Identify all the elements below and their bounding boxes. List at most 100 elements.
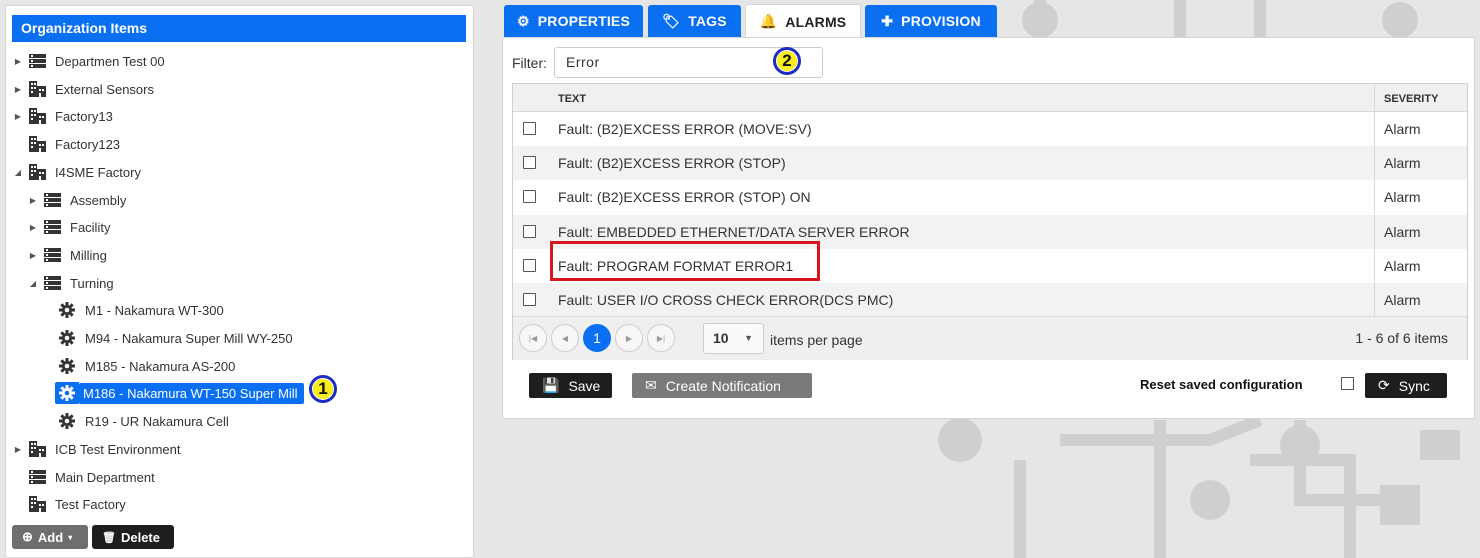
tree-item[interactable]: Factory123: [11, 132, 120, 156]
sync-button[interactable]: ⟳ Sync: [1365, 373, 1447, 398]
server-icon: [28, 53, 46, 69]
tab-alarms[interactable]: 🔔 ALARMS: [745, 4, 861, 38]
tree-item[interactable]: M94 - Nakamura Super Mill WY-250: [55, 326, 293, 350]
table-row[interactable]: Fault: EMBEDDED ETHERNET/DATA SERVER ERR…: [513, 214, 1467, 249]
table-row[interactable]: Fault: (B2)EXCESS ERROR (STOP) Alarm: [513, 146, 1467, 181]
tree-item[interactable]: M186 - Nakamura WT-150 Super Mill: [55, 381, 304, 405]
tree-item[interactable]: ▶ Assembly: [26, 188, 126, 212]
table-row[interactable]: Fault: USER I/O CROSS CHECK ERROR(DCS PM…: [513, 283, 1467, 317]
callout-marker-2: 2: [773, 47, 801, 75]
add-button[interactable]: ⊕ Add ▾: [12, 525, 88, 549]
server-icon: [28, 469, 46, 485]
filter-label: Filter:: [512, 55, 547, 71]
prev-page-icon: ◀: [561, 333, 569, 343]
gear-icon: [58, 330, 76, 346]
tree-item[interactable]: R19 - UR Nakamura Cell: [55, 409, 229, 433]
tree-item[interactable]: ▶ ICB Test Environment: [11, 437, 180, 461]
trash-icon: 🗑: [102, 531, 116, 544]
alarm-text-cell: Fault: EMBEDDED ETHERNET/DATA SERVER ERR…: [558, 223, 910, 240]
alarm-severity-cell: Alarm: [1384, 292, 1421, 308]
alarm-text-cell: Fault: USER I/O CROSS CHECK ERROR(DCS PM…: [558, 292, 894, 308]
column-divider: [1374, 248, 1375, 283]
tree-item[interactable]: ◢ I4SME Factory: [11, 160, 141, 184]
table-row[interactable]: Fault: (B2)EXCESS ERROR (MOVE:SV) Alarm: [513, 112, 1467, 146]
delete-label: Delete: [120, 529, 160, 545]
tree-item-label: Factory123: [55, 136, 121, 152]
expand-arrow-icon[interactable]: ▶: [11, 445, 25, 454]
reset-config-checkbox[interactable]: [1341, 377, 1354, 390]
row-checkbox[interactable]: [523, 293, 536, 306]
tab-properties[interactable]: ⚙ PROPERTIES: [504, 5, 643, 37]
expand-arrow-icon[interactable]: ▶: [11, 85, 25, 94]
tree-item[interactable]: ▶ Facility: [26, 215, 111, 239]
tree-item[interactable]: ▶ External Sensors: [11, 77, 154, 101]
bell-icon: 🔔: [759, 13, 778, 29]
table-row[interactable]: Fault: PROGRAM FORMAT ERROR1 Alarm: [513, 248, 1467, 283]
last-page-button[interactable]: ▶|: [647, 324, 675, 352]
tree-item[interactable]: Main Department: [11, 465, 155, 489]
tree-item[interactable]: ▶ Milling: [26, 243, 107, 267]
next-page-button[interactable]: ▶: [615, 324, 643, 352]
alarm-severity-cell: Alarm: [1384, 257, 1421, 274]
row-checkbox[interactable]: [523, 224, 536, 238]
table-row[interactable]: Fault: (B2)EXCESS ERROR (STOP) ON Alarm: [513, 180, 1467, 215]
tab-provision[interactable]: ✚ PROVISION: [865, 5, 997, 37]
alarms-panel: Filter: Error 2 TEXT SEVERITY Fault: (B2…: [502, 37, 1475, 419]
tree-item-label: Test Factory: [55, 496, 126, 512]
create-notification-label: Create Notification: [665, 377, 781, 394]
alarm-text-cell: Fault: (B2)EXCESS ERROR (STOP) ON: [558, 189, 811, 206]
column-header-text[interactable]: TEXT: [558, 93, 586, 105]
tree-item-label: M94 - Nakamura Super Mill WY-250: [85, 330, 293, 346]
create-notification-button[interactable]: ✉ Create Notification: [632, 373, 812, 398]
expand-arrow-icon[interactable]: ▶: [26, 251, 40, 260]
tree-item[interactable]: ▶ Factory13: [11, 104, 113, 128]
building-icon: [28, 136, 46, 152]
collapse-arrow-icon[interactable]: ◢: [11, 168, 25, 177]
expand-arrow-icon[interactable]: ▶: [26, 223, 40, 232]
page-size-select[interactable]: 10 ▼: [703, 323, 764, 354]
column-header-severity[interactable]: SEVERITY: [1384, 93, 1438, 105]
first-page-button[interactable]: |◀: [519, 324, 547, 352]
alarm-text-cell: Fault: PROGRAM FORMAT ERROR1: [558, 257, 794, 274]
grid-header: TEXT SEVERITY: [513, 84, 1467, 112]
column-divider: [1374, 112, 1375, 146]
save-button[interactable]: 💾 Save: [529, 373, 612, 398]
tree-item[interactable]: M1 - Nakamura WT-300: [55, 298, 224, 322]
tree-item[interactable]: ▶ Departmen Test 00: [11, 49, 165, 73]
last-page-icon: ▶|: [656, 333, 666, 343]
floppy-disk-icon: 💾: [542, 377, 560, 393]
panel-title: Organization Items: [12, 15, 466, 42]
tree-item-label: Departmen Test 00: [55, 53, 165, 69]
page-button-current[interactable]: 1: [583, 324, 611, 352]
alarm-severity-cell: Alarm: [1384, 223, 1421, 240]
prev-page-button[interactable]: ◀: [551, 324, 579, 352]
callout-marker-1: 1: [309, 375, 337, 403]
tree-item-label: I4SME Factory: [55, 164, 141, 180]
tree-item-label: ICB Test Environment: [55, 441, 181, 457]
page-size-value: 10: [713, 330, 729, 346]
row-checkbox[interactable]: [523, 122, 536, 135]
row-checkbox[interactable]: [523, 156, 536, 170]
alarm-severity-cell: Alarm: [1384, 121, 1421, 137]
row-checkbox[interactable]: [523, 190, 536, 204]
delete-button[interactable]: 🗑 Delete: [92, 525, 174, 549]
organization-panel: Organization Items ▶ Departmen Test 00 ▶ Ex…: [5, 5, 474, 558]
tab-tags[interactable]: 🏷 TAGS: [648, 5, 741, 37]
expand-arrow-icon[interactable]: ▶: [11, 57, 25, 66]
expand-arrow-icon[interactable]: ▶: [11, 112, 25, 121]
building-icon: [28, 108, 46, 124]
alarm-text-cell: Fault: (B2)EXCESS ERROR (STOP): [558, 155, 786, 172]
tree-item[interactable]: ◢ Turning: [26, 271, 114, 295]
expand-arrow-icon[interactable]: ▶: [26, 196, 40, 205]
row-checkbox[interactable]: [523, 258, 536, 272]
gear-icon: [55, 382, 79, 404]
building-icon: [28, 81, 46, 97]
tree-item[interactable]: Test Factory: [11, 492, 126, 516]
tree-item-label: Turning: [70, 275, 114, 291]
server-icon: [43, 275, 61, 291]
gear-icon: ⚙: [516, 12, 530, 29]
collapse-arrow-icon[interactable]: ◢: [26, 279, 40, 288]
tree-item[interactable]: M185 - Nakamura AS-200: [55, 354, 235, 378]
caret-down-icon: ▾: [68, 532, 73, 542]
alarm-text-cell: Fault: (B2)EXCESS ERROR (MOVE:SV): [558, 121, 812, 137]
